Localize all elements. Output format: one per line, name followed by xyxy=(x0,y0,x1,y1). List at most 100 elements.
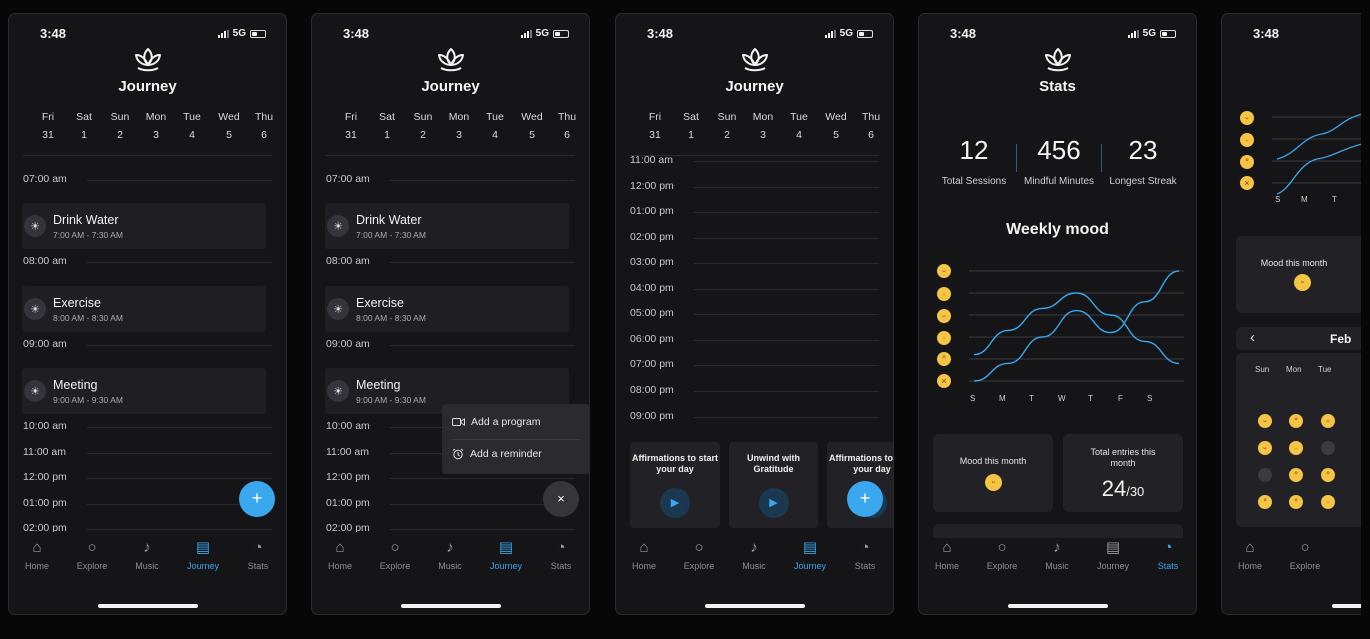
tab-journey[interactable]: ▤ Journey xyxy=(481,539,531,571)
calendar-header: ‹ Feb xyxy=(1236,327,1361,350)
tab-journey[interactable]: ▤ Journey xyxy=(785,539,835,571)
signal-icon xyxy=(1127,29,1139,38)
time-row: 12:00 pm xyxy=(23,471,272,485)
event-drink-water[interactable]: ☀ Drink Water 7:00 AM - 7:30 AM xyxy=(22,203,266,249)
add-program-item[interactable]: Add a program xyxy=(452,416,540,428)
day-fri[interactable]: Fri 31 xyxy=(30,111,66,141)
day-tue[interactable]: Tue 4 xyxy=(477,111,513,141)
time-row: 01:00 pm xyxy=(326,497,575,511)
day-thu[interactable]: Thu 6 xyxy=(853,111,889,141)
search-icon: ○ xyxy=(87,539,97,556)
day-mon[interactable]: Mon 3 xyxy=(745,111,781,141)
day-tue[interactable]: Tue 4 xyxy=(174,111,210,141)
tab-bar: ⌂ Home ○ Explore ♪ Music ▤ Journey ◔ Stats xyxy=(9,539,286,579)
tab-home[interactable]: ⌂ Home xyxy=(922,539,972,571)
tab-home[interactable]: ⌂ Home xyxy=(619,539,669,571)
tab-explore[interactable]: ○ Explore xyxy=(674,539,724,571)
day-wed[interactable]: Wed 5 xyxy=(211,111,247,141)
divider xyxy=(452,439,580,440)
day-mon[interactable]: Mon 3 xyxy=(138,111,174,141)
mood-anxious-icon[interactable]: ° xyxy=(1258,495,1272,509)
tab-explore[interactable]: ○ Explore xyxy=(370,539,420,571)
tab-stats[interactable]: ◔ Stats xyxy=(233,539,283,571)
day-sun[interactable]: Sun 2 xyxy=(102,111,138,141)
day-sun[interactable]: Sun 2 xyxy=(709,111,745,141)
day-mon[interactable]: Mon 3 xyxy=(441,111,477,141)
pie-chart-icon: ◔ xyxy=(556,539,566,556)
tab-music[interactable]: ♪ Music xyxy=(122,539,172,571)
event-exercise[interactable]: ☀ Exercise 8:00 AM - 8:30 AM xyxy=(325,286,569,332)
mood-grin-icon: ᵕ xyxy=(937,264,951,278)
tab-home[interactable]: ⌂ Home xyxy=(1225,539,1275,571)
mood-sweat-icon[interactable]: · xyxy=(1289,441,1303,455)
empty-day[interactable] xyxy=(1321,441,1335,455)
phone-journey-2: 3:48 5G Journey Fri 31 Sat 1 Sun 2 Mon 3 Tue… xyxy=(311,13,590,615)
tab-home[interactable]: ⌂ Home xyxy=(12,539,62,571)
tab-explore[interactable]: ○ Explore xyxy=(1280,539,1330,571)
chevron-left-icon[interactable]: ‹ xyxy=(1250,329,1255,346)
play-icon[interactable]: ▶ xyxy=(758,488,789,518)
time-row: 09:00 pm xyxy=(630,410,879,424)
tab-music[interactable]: ♪ Music xyxy=(729,539,779,571)
time-row: 11:00 am xyxy=(23,446,272,460)
search-icon: ○ xyxy=(1300,539,1310,556)
pie-chart-icon: ◔ xyxy=(253,539,263,556)
tab-music[interactable]: ♪ Music xyxy=(1032,539,1082,571)
phone-stats-partial: 3:48 ᵕ · ° × S M T Mood this month ᵕ ‹ F… xyxy=(1221,13,1361,615)
event-exercise[interactable]: ☀ Exercise 8:00 AM - 8:30 AM xyxy=(22,286,266,332)
day-wed[interactable]: Wed 5 xyxy=(514,111,550,141)
day-thu[interactable]: Thu 6 xyxy=(549,111,585,141)
program-card[interactable]: Affirmations to start your day ▶ xyxy=(630,442,720,528)
total-entries-value: 24 xyxy=(1101,476,1127,501)
tab-explore[interactable]: ○ Explore xyxy=(977,539,1027,571)
mood-grin-icon[interactable]: ᵕ xyxy=(1258,441,1272,455)
day-sat[interactable]: Sat 1 xyxy=(66,111,102,141)
tab-home[interactable]: ⌂ Home xyxy=(315,539,365,571)
event-drink-water[interactable]: ☀ Drink Water 7:00 AM - 7:30 AM xyxy=(325,203,569,249)
time-row: 06:00 pm xyxy=(630,333,879,347)
day-sat[interactable]: Sat 1 xyxy=(673,111,709,141)
time-row: 12:00 pm xyxy=(630,180,879,194)
time-row: 08:00 am xyxy=(23,255,272,269)
mood-neutral-icon[interactable]: · xyxy=(1321,495,1335,509)
day-tue[interactable]: Tue 4 xyxy=(781,111,817,141)
mood-sad-icon: × xyxy=(937,374,951,388)
stat-total-sessions: 12 Total Sessions xyxy=(941,135,1007,187)
add-reminder-item[interactable]: Add a reminder xyxy=(452,448,542,460)
mood-anxious-icon[interactable]: ° xyxy=(1321,468,1335,482)
tab-journey[interactable]: ▤ Journey xyxy=(1088,539,1138,571)
x-tick: T xyxy=(1029,394,1034,403)
tab-stats[interactable]: ◔ Stats xyxy=(1143,539,1193,571)
search-icon: ○ xyxy=(390,539,400,556)
week-strip: Fri 31 Sat 1 Sun 2 Mon 3 Tue 4 Wed 5 Thu 6 xyxy=(335,111,581,145)
empty-day[interactable] xyxy=(1258,468,1272,482)
tab-journey[interactable]: ▤ Journey xyxy=(178,539,228,571)
day-fri[interactable]: Fri 31 xyxy=(333,111,369,141)
day-wed[interactable]: Wed 5 xyxy=(818,111,854,141)
program-card[interactable]: Unwind with Gratitude ▶ xyxy=(729,442,818,528)
mood-anxious-icon[interactable]: ° xyxy=(1289,468,1303,482)
mood-happy-icon[interactable]: ᵕ xyxy=(1321,414,1335,428)
add-button[interactable]: + xyxy=(239,481,275,517)
phone-journey-3: 3:48 5G Journey Fri 31 Sat 1 Sun 2 Mon 3 Tue… xyxy=(615,13,894,615)
divider xyxy=(1016,144,1017,172)
tab-explore[interactable]: ○ Explore xyxy=(67,539,117,571)
close-menu-button[interactable]: × xyxy=(543,481,579,517)
mood-this-month-card: Mood this month ᵕ xyxy=(1236,236,1361,313)
tab-music[interactable]: ♪ Music xyxy=(425,539,475,571)
add-button[interactable]: + xyxy=(847,481,883,517)
play-icon[interactable]: ▶ xyxy=(660,488,690,518)
mood-anxious-icon[interactable]: ° xyxy=(1289,495,1303,509)
day-fri[interactable]: Fri 31 xyxy=(637,111,673,141)
tab-stats[interactable]: ◔ Stats xyxy=(840,539,890,571)
battery-icon xyxy=(250,29,266,38)
mood-anxious-icon[interactable]: ° xyxy=(1289,414,1303,428)
mood-grin-icon[interactable]: ᵕ xyxy=(1258,414,1272,428)
network-label: 5G xyxy=(1142,28,1156,39)
network-label: 5G xyxy=(839,28,853,39)
day-thu[interactable]: Thu 6 xyxy=(246,111,282,141)
tab-stats[interactable]: ◔ Stats xyxy=(536,539,586,571)
day-sat[interactable]: Sat 1 xyxy=(369,111,405,141)
day-sun[interactable]: Sun 2 xyxy=(405,111,441,141)
event-meeting[interactable]: ☀ Meeting 9:00 AM - 9:30 AM xyxy=(22,368,266,414)
